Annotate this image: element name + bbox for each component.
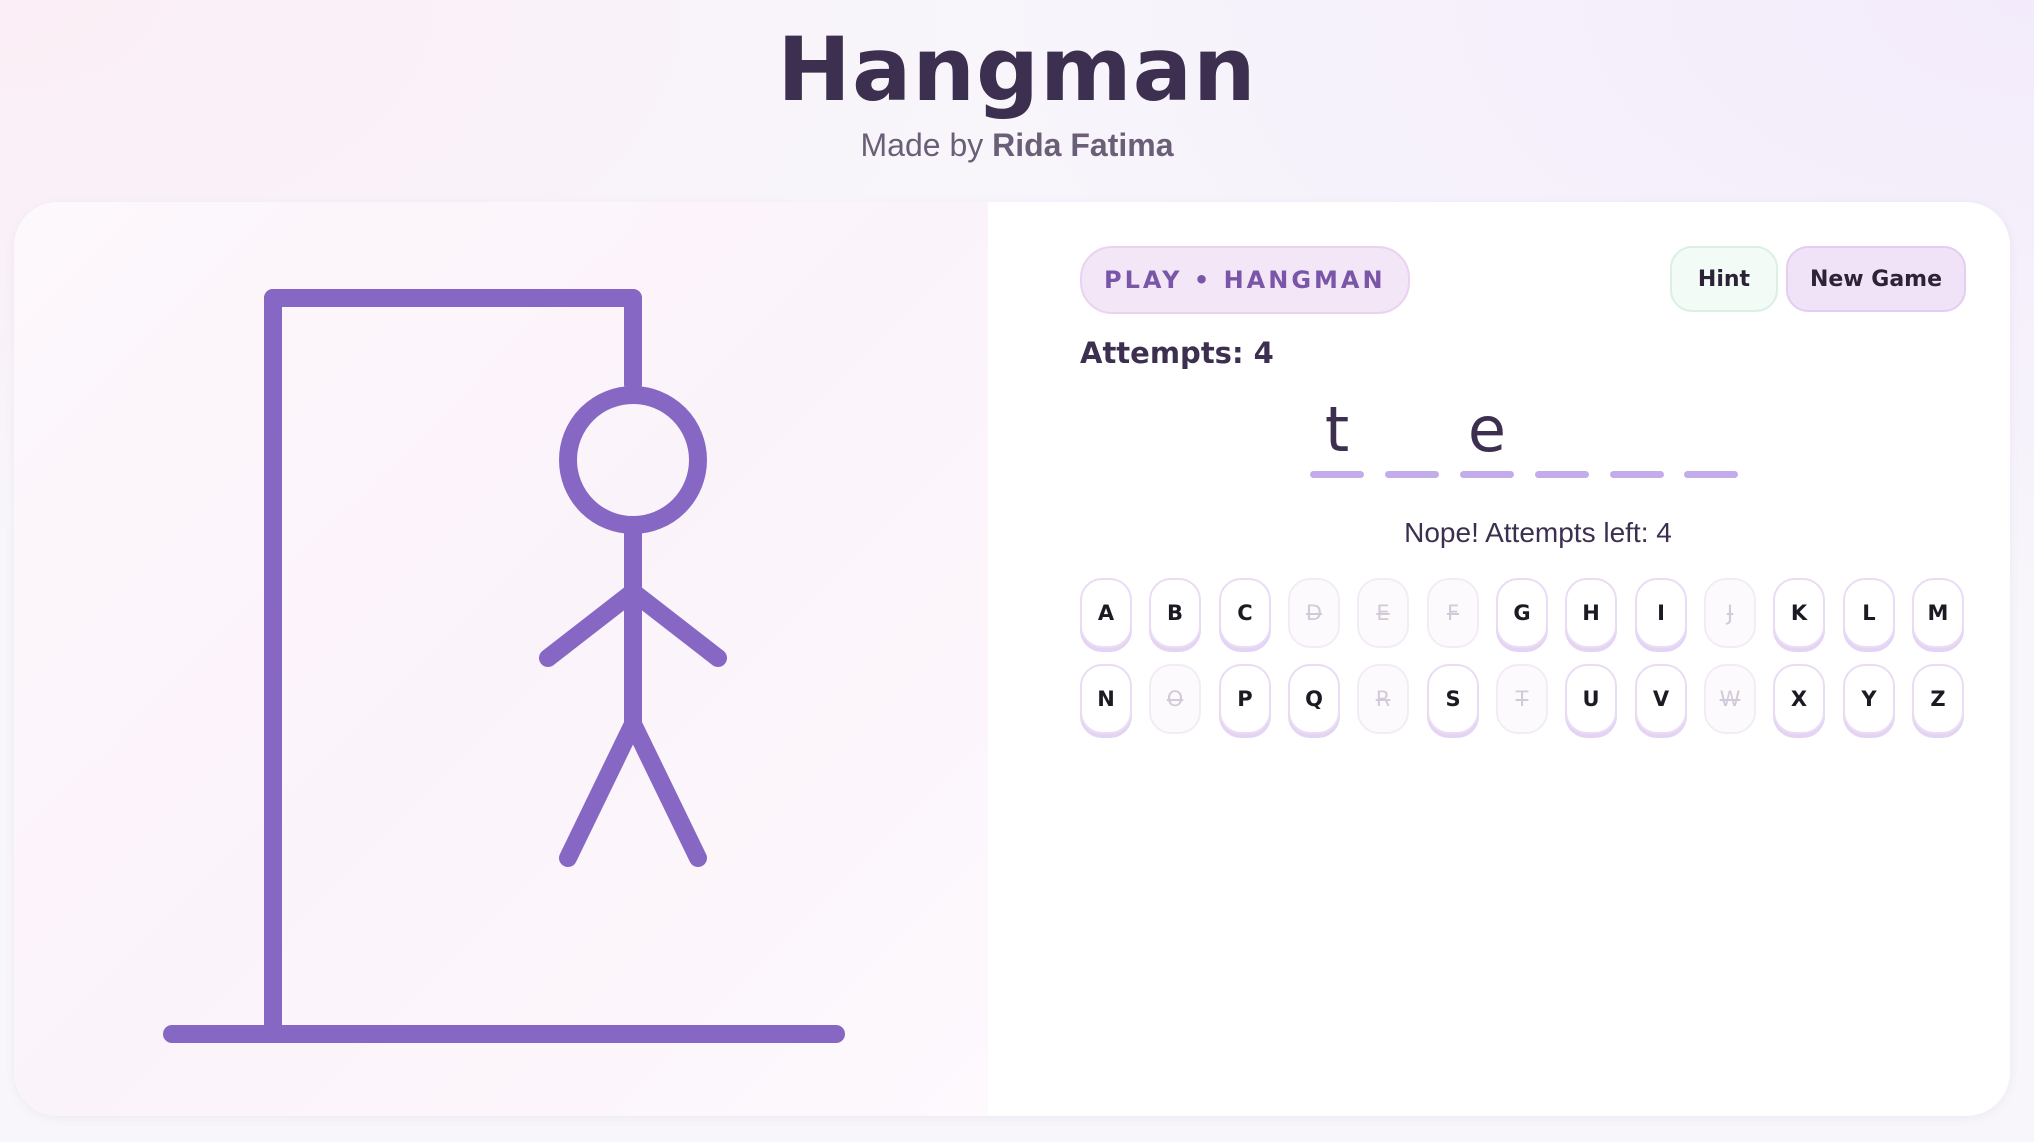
hangman-right-arm bbox=[624, 583, 727, 667]
key-c[interactable]: C bbox=[1219, 578, 1271, 648]
hangman-left-arm bbox=[539, 583, 642, 667]
subtitle: Made by Rida Fatima bbox=[0, 120, 2034, 170]
letter-slot: t bbox=[1310, 370, 1364, 490]
key-j[interactable]: J bbox=[1704, 578, 1756, 648]
key-w[interactable]: W bbox=[1704, 664, 1756, 734]
key-r[interactable]: R bbox=[1357, 664, 1409, 734]
letter-slot-underline bbox=[1610, 471, 1664, 478]
key-s[interactable]: S bbox=[1427, 664, 1479, 734]
key-f[interactable]: F bbox=[1427, 578, 1479, 648]
key-q[interactable]: Q bbox=[1288, 664, 1340, 734]
author-name: Rida Fatima bbox=[992, 127, 1174, 163]
hangman-left-leg bbox=[559, 715, 642, 867]
page-title: Hangman bbox=[777, 18, 1257, 121]
attempts-counter: Attempts: 4 bbox=[1080, 336, 1274, 370]
key-o[interactable]: O bbox=[1149, 664, 1201, 734]
key-n[interactable]: N bbox=[1080, 664, 1132, 734]
letter-slot-underline bbox=[1535, 471, 1589, 478]
key-b[interactable]: B bbox=[1149, 578, 1201, 648]
key-v[interactable]: V bbox=[1635, 664, 1687, 734]
key-l[interactable]: L bbox=[1843, 578, 1895, 648]
letter-slot bbox=[1385, 370, 1439, 490]
key-h[interactable]: H bbox=[1565, 578, 1617, 648]
hangman-head bbox=[559, 386, 707, 534]
letter-slot-underline bbox=[1684, 471, 1738, 478]
key-x[interactable]: X bbox=[1773, 664, 1825, 734]
key-z[interactable]: Z bbox=[1912, 664, 1964, 734]
mode-badge: PLAY • HANGMAN bbox=[1080, 246, 1410, 314]
key-p[interactable]: P bbox=[1219, 664, 1271, 734]
hint-button[interactable]: Hint bbox=[1670, 246, 1778, 312]
key-u[interactable]: U bbox=[1565, 664, 1617, 734]
status-message: Nope! Attempts left: 4 bbox=[1404, 517, 1672, 548]
hangman-right-leg bbox=[624, 715, 707, 867]
letter-slot-char: e bbox=[1467, 393, 1507, 466]
letter-slot-underline bbox=[1310, 471, 1364, 478]
key-d[interactable]: D bbox=[1288, 578, 1340, 648]
hangman-drawing bbox=[163, 289, 845, 1043]
letter-slot-char: t bbox=[1324, 393, 1350, 466]
key-y[interactable]: Y bbox=[1843, 664, 1895, 734]
game-card: PLAY • HANGMAN Hint New Game Attempts: 4… bbox=[14, 202, 2010, 1116]
key-e[interactable]: E bbox=[1357, 578, 1409, 648]
letter-slot: e bbox=[1460, 370, 1514, 490]
letter-slot bbox=[1535, 370, 1589, 490]
letter-slot-underline bbox=[1460, 471, 1514, 478]
key-m[interactable]: M bbox=[1912, 578, 1964, 648]
new-game-button[interactable]: New Game bbox=[1786, 246, 1966, 312]
key-k[interactable]: K bbox=[1773, 578, 1825, 648]
key-a[interactable]: A bbox=[1080, 578, 1132, 648]
hangman-drawing-panel bbox=[14, 202, 988, 1116]
letter-slot bbox=[1610, 370, 1664, 490]
key-g[interactable]: G bbox=[1496, 578, 1548, 648]
letter-slot bbox=[1684, 370, 1738, 490]
key-i[interactable]: I bbox=[1635, 578, 1687, 648]
subtitle-prefix: Made by bbox=[860, 127, 993, 163]
letter-slot-underline bbox=[1385, 471, 1439, 478]
key-t[interactable]: T bbox=[1496, 664, 1548, 734]
